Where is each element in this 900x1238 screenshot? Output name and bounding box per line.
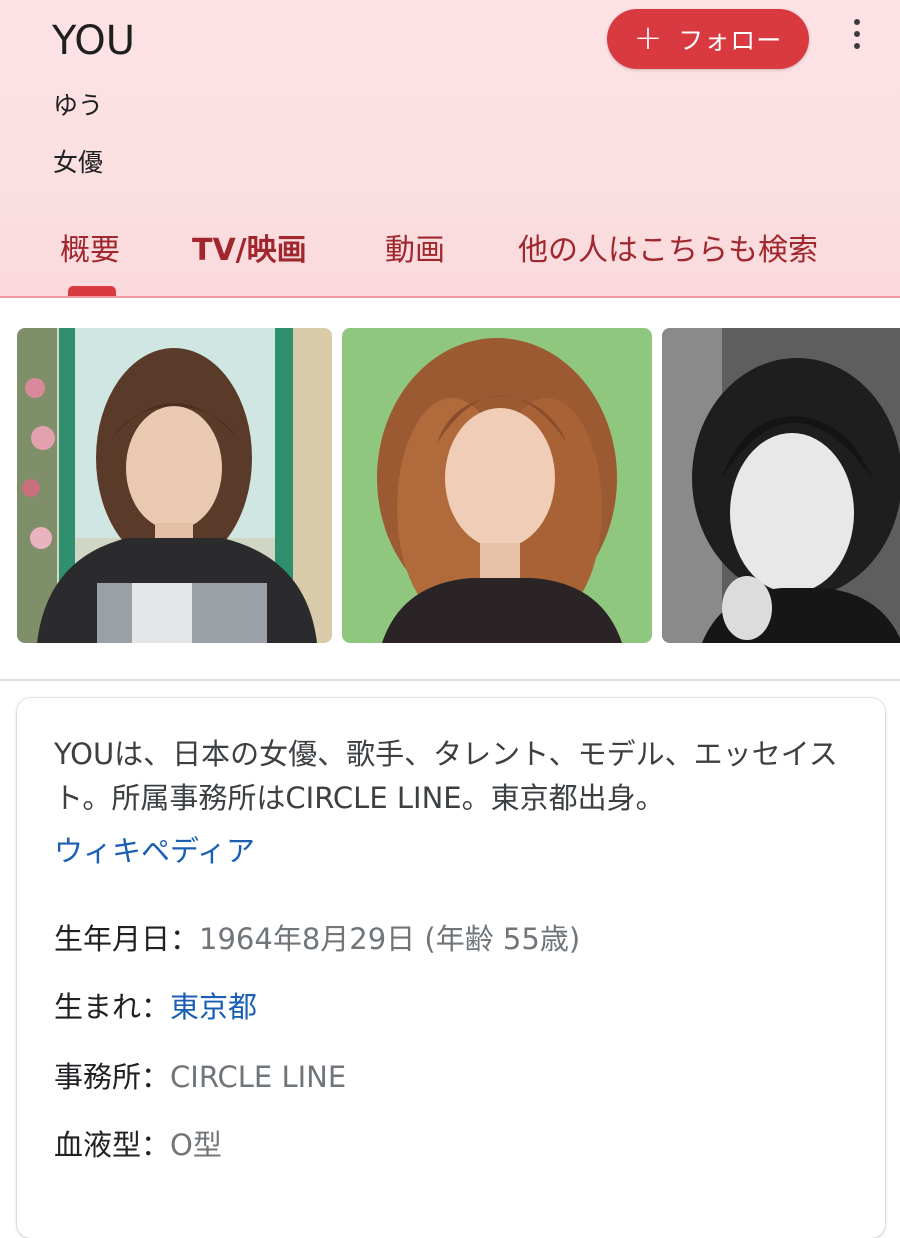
entity-reading: ゆう [53,91,104,120]
fact-row-birthplace: 生まれ：東京都 [54,984,257,1026]
section-divider [0,679,900,681]
tab-videos[interactable]: 動画 [385,225,445,269]
follow-button-label: フォロー [678,26,783,55]
image-thumbnail-2[interactable] [342,328,652,643]
fact-row-blood-type: 血液型：O型 [54,1122,222,1164]
image-thumbnail-1[interactable] [17,328,332,643]
tab-tv-movies[interactable]: TV/映画 [192,225,307,269]
fact-value: CIRCLE LINE [170,1060,347,1094]
description-card: YOUは、日本の女優、歌手、タレント、モデル、エッセイスト。所属事務所はCIRC… [17,698,885,1238]
tab-overview[interactable]: 概要 [60,225,120,269]
tab-selected-indicator [68,286,116,296]
fact-key: 生まれ： [54,990,171,1024]
fact-value: 1964年8月29日 (年齢 55歳) [199,922,581,956]
tab-people-also-search[interactable]: 他の人はこちらも検索 [518,225,818,269]
tab-bar: 概要 TV/映画 動画 他の人はこちらも検索 [0,225,900,275]
wikipedia-link[interactable]: ウィキペディア [54,828,255,870]
plus-icon: + [633,17,663,58]
knowledge-panel-header: YOU ゆう 女優 + フォロー 概要 TV/映画 動画 他の人はこちらも検索 [0,0,900,298]
entity-occupation: 女優 [53,148,104,177]
entity-title: YOU [52,18,136,64]
fact-key: 事務所： [54,1060,171,1094]
fact-row-birthdate: 生年月日：1964年8月29日 (年齢 55歳) [54,916,580,958]
portrait-photo-2 [342,328,652,643]
portrait-photo-3 [662,328,900,643]
follow-button[interactable]: + フォロー [607,9,809,69]
portrait-photo-1 [17,328,332,643]
more-vert-icon[interactable] [840,12,874,56]
entity-description: YOUは、日本の女優、歌手、タレント、モデル、エッセイスト。所属事務所はCIRC… [54,737,838,815]
fact-key: 血液型： [54,1128,171,1162]
fact-value: O型 [170,1128,222,1162]
fact-row-agency: 事務所：CIRCLE LINE [54,1054,346,1096]
fact-value-link[interactable]: 東京都 [170,990,257,1024]
image-thumbnail-3[interactable] [662,328,900,643]
fact-key: 生年月日： [54,922,200,956]
